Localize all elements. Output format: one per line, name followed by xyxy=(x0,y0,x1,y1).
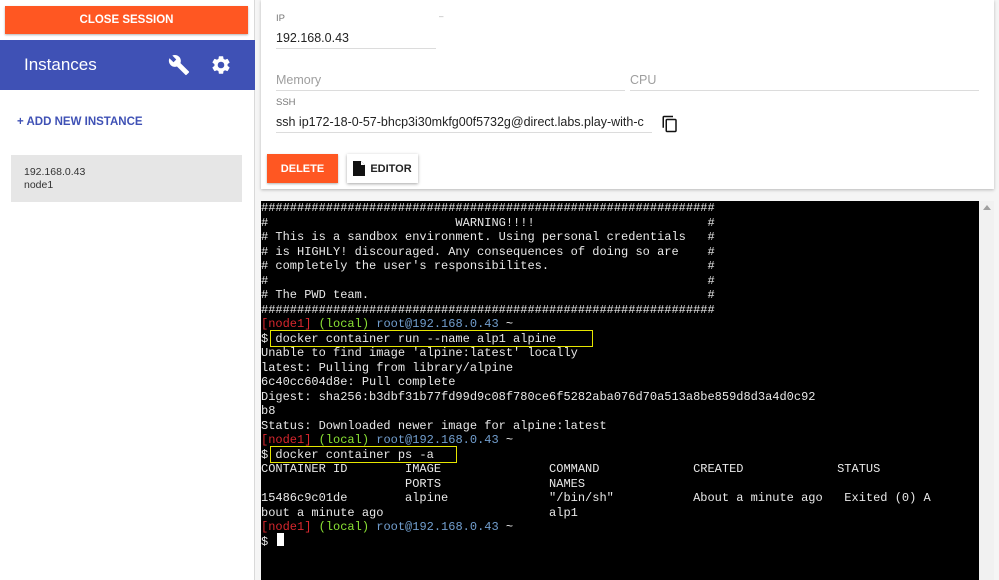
scroll-up-arrow-icon[interactable] xyxy=(983,205,991,210)
prompt-node: [node1] xyxy=(261,520,312,534)
wrench-icon[interactable] xyxy=(168,54,190,76)
banner-line: # is HIGHLY! discouraged. Any consequenc… xyxy=(261,244,715,259)
prompt-user: root@192.168.0.43 xyxy=(376,317,499,331)
terminal-cursor xyxy=(277,533,284,546)
output-line: PORTS NAMES xyxy=(261,476,586,491)
output-line: b8 xyxy=(261,404,276,418)
ssh-value[interactable]: ssh ip172-18-0-57-bhcp3i30mkfg00f5732g@d… xyxy=(276,115,652,129)
dash-mark: – xyxy=(439,12,444,21)
prompt-line: [node1] (local) root@192.168.0.43 ~ xyxy=(261,520,513,535)
prompt-dir: ~ xyxy=(505,433,514,447)
prompt-dir: ~ xyxy=(505,520,514,534)
ssh-underline xyxy=(276,132,652,133)
ip-value[interactable]: 192.168.0.43 xyxy=(276,31,349,45)
banner-line: # This is a sandbox environment. Using p… xyxy=(261,230,715,244)
prompt-user: root@192.168.0.43 xyxy=(376,433,499,447)
gear-icon[interactable] xyxy=(210,54,232,76)
file-icon xyxy=(353,161,366,176)
terminal[interactable]: ########################################… xyxy=(261,201,979,580)
prompt-node: [node1] xyxy=(261,317,312,331)
output-line: latest: Pulling from library/alpine xyxy=(261,360,514,375)
output-line: 15486c9c01de alpine "/bin/sh" About a mi… xyxy=(261,491,931,505)
delete-button[interactable]: DELETE xyxy=(267,154,338,183)
prompt-local: (local) xyxy=(318,433,370,447)
banner-line: ########################################… xyxy=(261,201,715,215)
instance-item[interactable]: 192.168.0.43 node1 xyxy=(11,155,242,202)
banner-line: ########################################… xyxy=(261,302,715,317)
output-line: bout a minute ago alp1 xyxy=(261,505,578,520)
instances-header: Instances xyxy=(0,40,255,90)
banner-line: # WARNING!!!! # xyxy=(261,215,715,230)
output-line: Unable to find image 'alpine:latest' loc… xyxy=(261,346,578,360)
editor-button[interactable]: EDITOR xyxy=(347,154,418,183)
banner-line: # # xyxy=(261,273,715,288)
terminal-scrollbar[interactable] xyxy=(979,201,994,580)
close-session-button[interactable]: CLOSE SESSION xyxy=(5,6,248,34)
copy-icon[interactable] xyxy=(661,114,679,134)
banner-line: # completely the user's responsibilites.… xyxy=(261,259,715,273)
instance-details-panel: IP 192.168.0.43 – Memory CPU SSH ssh ip1… xyxy=(261,0,994,189)
output-line: Digest: sha256:b3dbf31b77fd99d9c08f780ce… xyxy=(261,389,816,404)
output-line: CONTAINER ID IMAGE COMMAND CREATED STATU… xyxy=(261,462,881,476)
ip-label: IP xyxy=(276,13,285,24)
editor-label: EDITOR xyxy=(370,162,412,175)
ssh-label: SSH xyxy=(276,97,296,108)
instances-title: Instances xyxy=(24,55,97,74)
prompt-local: (local) xyxy=(318,520,370,534)
cpu-field: CPU xyxy=(630,73,657,87)
banner-line: # The PWD team. # xyxy=(261,288,715,302)
cpu-underline xyxy=(630,90,979,91)
instance-ip: 192.168.0.43 xyxy=(24,166,86,178)
command-highlight xyxy=(270,446,457,463)
prompt-dir: ~ xyxy=(505,317,514,331)
memory-underline xyxy=(276,90,625,91)
prompt-local: (local) xyxy=(318,317,370,331)
command-highlight xyxy=(270,330,593,347)
ip-underline xyxy=(276,48,436,49)
prompt-user: root@192.168.0.43 xyxy=(376,520,499,534)
final-prompt: $ xyxy=(261,534,276,549)
prompt-node: [node1] xyxy=(261,433,312,447)
add-new-instance-button[interactable]: + ADD NEW INSTANCE xyxy=(17,116,143,128)
sidebar: CLOSE SESSION Instances + ADD NEW INSTAN… xyxy=(0,0,255,580)
output-line: Status: Downloaded newer image for alpin… xyxy=(261,418,607,433)
output-line: 6c40cc604d8e: Pull complete xyxy=(261,375,456,389)
instance-name: node1 xyxy=(24,179,54,191)
memory-field: Memory xyxy=(276,73,322,87)
